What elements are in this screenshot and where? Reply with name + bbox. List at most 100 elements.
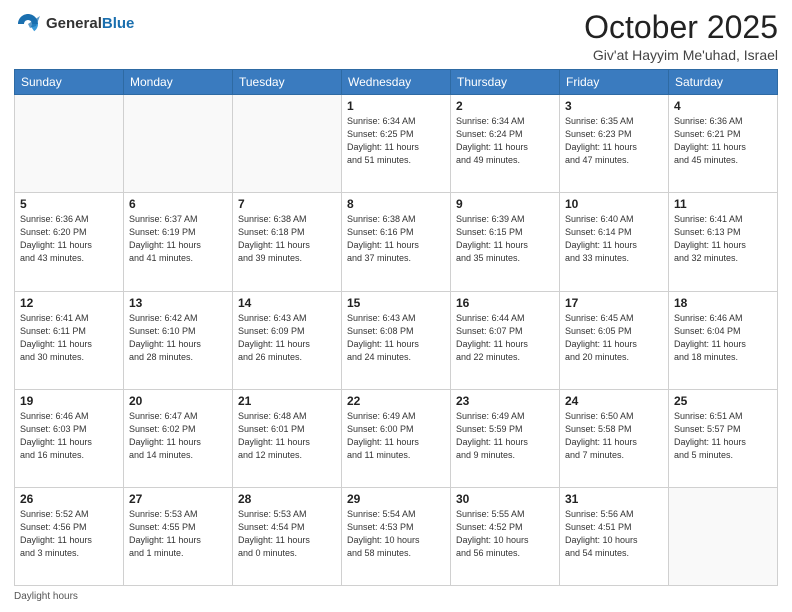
table-row: 2Sunrise: 6:34 AM Sunset: 6:24 PM Daylig… <box>451 95 560 193</box>
table-row: 5 Sunrise: 6:36 AM Sunset: 6:20 PM Daylig… <box>15 193 124 291</box>
col-saturday: Saturday <box>669 70 778 95</box>
day-info: Sunrise: 5:53 AM Sunset: 4:55 PM Dayligh… <box>129 508 227 560</box>
day-number: 23 <box>456 394 554 408</box>
day-info: Sunrise: 6:49 AM Sunset: 6:00 PM Dayligh… <box>347 410 445 462</box>
day-info: Sunrise: 6:38 AM Sunset: 6:16 PM Dayligh… <box>347 213 445 265</box>
day-info: Sunrise: 6:42 AM Sunset: 6:10 PM Dayligh… <box>129 312 227 364</box>
page: GeneralBlue October 2025 Giv'at Hayyim M… <box>0 0 792 612</box>
table-row: 14 Sunrise: 6:43 AM Sunset: 6:09 PM Dayli… <box>233 291 342 389</box>
day-info: Sunrise: 6:35 AM Sunset: 6:23 PM Dayligh… <box>565 115 663 167</box>
day-number: 30 <box>456 492 554 506</box>
table-row: 16Sunrise: 6:44 AM Sunset: 6:07 PM Dayli… <box>451 291 560 389</box>
logo: GeneralBlue <box>14 10 134 38</box>
day-number: 9 <box>456 197 554 211</box>
col-wednesday: Wednesday <box>342 70 451 95</box>
day-number: 18 <box>674 296 772 310</box>
day-number: 3 <box>565 99 663 113</box>
day-info: Sunrise: 6:49 AM Sunset: 5:59 PM Dayligh… <box>456 410 554 462</box>
col-thursday: Thursday <box>451 70 560 95</box>
day-info: Sunrise: 5:53 AM Sunset: 4:54 PM Dayligh… <box>238 508 336 560</box>
table-row: 8 Sunrise: 6:38 AM Sunset: 6:16 PM Daylig… <box>342 193 451 291</box>
day-info: Sunrise: 6:38 AM Sunset: 6:18 PM Dayligh… <box>238 213 336 265</box>
day-number: 11 <box>674 197 772 211</box>
day-number: 22 <box>347 394 445 408</box>
col-friday: Friday <box>560 70 669 95</box>
day-number: 7 <box>238 197 336 211</box>
day-info: Sunrise: 6:47 AM Sunset: 6:02 PM Dayligh… <box>129 410 227 462</box>
table-row: 1 Sunrise: 6:34 AM Sunset: 6:25 PM Daylig… <box>342 95 451 193</box>
day-number: 28 <box>238 492 336 506</box>
day-number: 14 <box>238 296 336 310</box>
table-row: 18 Sunrise: 6:46 AM Sunset: 6:04 PM Dayli… <box>669 291 778 389</box>
table-row <box>233 95 342 193</box>
table-row: 31Sunrise: 5:56 AM Sunset: 4:51 PM Dayli… <box>560 487 669 585</box>
calendar-table: Sunday Monday Tuesday Wednesday Thursday… <box>14 69 778 586</box>
day-info: Sunrise: 5:55 AM Sunset: 4:52 PM Dayligh… <box>456 508 554 560</box>
day-number: 6 <box>129 197 227 211</box>
table-row: 21 Sunrise: 6:48 AM Sunset: 6:01 PM Dayli… <box>233 389 342 487</box>
table-row: 10 Sunrise: 6:40 AM Sunset: 6:14 PM Dayli… <box>560 193 669 291</box>
day-info: Sunrise: 6:44 AM Sunset: 6:07 PM Dayligh… <box>456 312 554 364</box>
day-info: Sunrise: 6:41 AM Sunset: 6:11 PM Dayligh… <box>20 312 118 364</box>
table-row: 28 Sunrise: 5:53 AM Sunset: 4:54 PM Dayli… <box>233 487 342 585</box>
table-row: 24Sunrise: 6:50 AM Sunset: 5:58 PM Dayli… <box>560 389 669 487</box>
table-row <box>124 95 233 193</box>
day-number: 29 <box>347 492 445 506</box>
footer-label: Daylight hours <box>14 591 78 602</box>
col-monday: Monday <box>124 70 233 95</box>
col-tuesday: Tuesday <box>233 70 342 95</box>
day-number: 10 <box>565 197 663 211</box>
header: GeneralBlue October 2025 Giv'at Hayyim M… <box>14 10 778 63</box>
day-number: 20 <box>129 394 227 408</box>
table-row: 13 Sunrise: 6:42 AM Sunset: 6:10 PM Dayli… <box>124 291 233 389</box>
footer: Daylight hours <box>14 591 778 602</box>
table-row: 6 Sunrise: 6:37 AM Sunset: 6:19 PM Daylig… <box>124 193 233 291</box>
calendar-week-row: 12 Sunrise: 6:41 AM Sunset: 6:11 PM Dayli… <box>15 291 778 389</box>
day-number: 26 <box>20 492 118 506</box>
table-row: 12 Sunrise: 6:41 AM Sunset: 6:11 PM Dayli… <box>15 291 124 389</box>
table-row: 25Sunrise: 6:51 AM Sunset: 5:57 PM Dayli… <box>669 389 778 487</box>
table-row: 4Sunrise: 6:36 AM Sunset: 6:21 PM Daylig… <box>669 95 778 193</box>
day-number: 27 <box>129 492 227 506</box>
month-title: October 2025 <box>584 10 778 45</box>
table-row: 9 Sunrise: 6:39 AM Sunset: 6:15 PM Daylig… <box>451 193 560 291</box>
day-number: 13 <box>129 296 227 310</box>
location-title: Giv'at Hayyim Me'uhad, Israel <box>584 47 778 63</box>
day-number: 21 <box>238 394 336 408</box>
day-info: Sunrise: 6:46 AM Sunset: 6:04 PM Dayligh… <box>674 312 772 364</box>
day-info: Sunrise: 6:34 AM Sunset: 6:25 PM Dayligh… <box>347 115 445 167</box>
day-info: Sunrise: 6:43 AM Sunset: 6:09 PM Dayligh… <box>238 312 336 364</box>
day-number: 4 <box>674 99 772 113</box>
calendar-week-row: 5 Sunrise: 6:36 AM Sunset: 6:20 PM Daylig… <box>15 193 778 291</box>
table-row: 30 Sunrise: 5:55 AM Sunset: 4:52 PM Dayli… <box>451 487 560 585</box>
table-row: 3 Sunrise: 6:35 AM Sunset: 6:23 PM Daylig… <box>560 95 669 193</box>
table-row: 27 Sunrise: 5:53 AM Sunset: 4:55 PM Dayli… <box>124 487 233 585</box>
table-row: 17 Sunrise: 6:45 AM Sunset: 6:05 PM Dayli… <box>560 291 669 389</box>
day-info: Sunrise: 6:43 AM Sunset: 6:08 PM Dayligh… <box>347 312 445 364</box>
table-row: 26 Sunrise: 5:52 AM Sunset: 4:56 PM Dayli… <box>15 487 124 585</box>
table-row: 15Sunrise: 6:43 AM Sunset: 6:08 PM Dayli… <box>342 291 451 389</box>
day-info: Sunrise: 6:45 AM Sunset: 6:05 PM Dayligh… <box>565 312 663 364</box>
day-number: 8 <box>347 197 445 211</box>
day-number: 12 <box>20 296 118 310</box>
day-info: Sunrise: 6:36 AM Sunset: 6:20 PM Dayligh… <box>20 213 118 265</box>
day-info: Sunrise: 6:37 AM Sunset: 6:19 PM Dayligh… <box>129 213 227 265</box>
day-info: Sunrise: 5:54 AM Sunset: 4:53 PM Dayligh… <box>347 508 445 560</box>
table-row: 29 Sunrise: 5:54 AM Sunset: 4:53 PM Dayli… <box>342 487 451 585</box>
day-number: 1 <box>347 99 445 113</box>
logo-general: General <box>46 15 102 32</box>
day-number: 5 <box>20 197 118 211</box>
day-info: Sunrise: 5:52 AM Sunset: 4:56 PM Dayligh… <box>20 508 118 560</box>
logo-icon <box>14 10 42 38</box>
calendar-week-row: 1 Sunrise: 6:34 AM Sunset: 6:25 PM Daylig… <box>15 95 778 193</box>
day-info: Sunrise: 6:39 AM Sunset: 6:15 PM Dayligh… <box>456 213 554 265</box>
day-info: Sunrise: 6:48 AM Sunset: 6:01 PM Dayligh… <box>238 410 336 462</box>
table-row: 19Sunrise: 6:46 AM Sunset: 6:03 PM Dayli… <box>15 389 124 487</box>
calendar-week-row: 26 Sunrise: 5:52 AM Sunset: 4:56 PM Dayli… <box>15 487 778 585</box>
col-sunday: Sunday <box>15 70 124 95</box>
day-number: 17 <box>565 296 663 310</box>
day-info: Sunrise: 6:40 AM Sunset: 6:14 PM Dayligh… <box>565 213 663 265</box>
day-info: Sunrise: 6:46 AM Sunset: 6:03 PM Dayligh… <box>20 410 118 462</box>
table-row <box>669 487 778 585</box>
calendar-header-row: Sunday Monday Tuesday Wednesday Thursday… <box>15 70 778 95</box>
